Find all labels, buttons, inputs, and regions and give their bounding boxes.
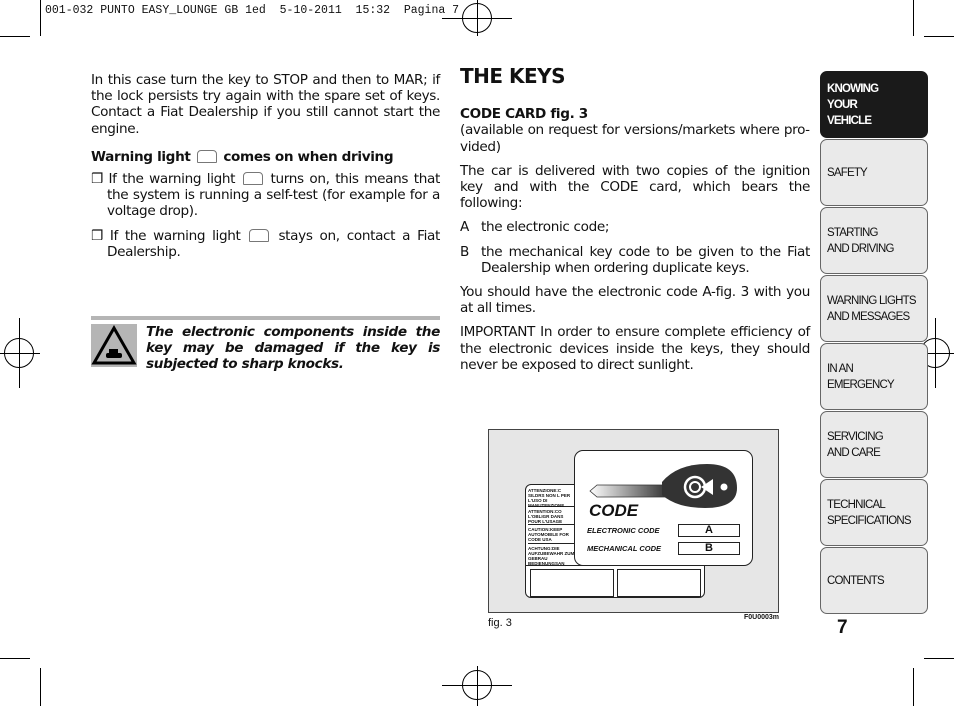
tab-contents[interactable]: CONTENTS <box>820 547 928 614</box>
tab-emergency[interactable]: IN AN EMERGENCY <box>820 343 928 410</box>
tab-servicing[interactable]: SERVICING AND CARE <box>820 411 928 478</box>
crop-mark <box>924 658 954 659</box>
crop-mark <box>913 0 914 36</box>
crop-mark <box>40 668 41 706</box>
code-card-note: (available on request for versions/marke… <box>460 122 810 155</box>
paragraph: You should have the electronic code A-fi… <box>460 284 810 317</box>
crop-mark <box>913 668 914 706</box>
card-title: CODE <box>589 501 639 520</box>
mechanical-code-field: B <box>678 542 740 555</box>
card-back-text: ATTENZIONE:C SILDRS NON L PER L'USO DI M… <box>528 488 576 508</box>
crop-mark <box>0 658 30 659</box>
card-back-text: CAUTION:KEEP AUTOMOBILE FOR CODE USA <box>528 525 576 544</box>
list-item: Bthe mechanical key code to be given to … <box>460 243 810 276</box>
tab-starting-and-driving[interactable]: STARTING AND DRIVING <box>820 207 928 274</box>
card-back-text: ACHTUNG:DIE AUFZUBEWAHR ZUM GEBRAU BEDIE… <box>528 546 575 566</box>
crop-mark <box>0 36 30 37</box>
electronic-code-label: ELECTRONIC CODE <box>587 526 660 535</box>
page-number: 7 <box>837 617 848 638</box>
crop-mark <box>40 0 41 36</box>
card-field <box>617 569 701 597</box>
bullet-item: ❒ If the warning light turns on, this me… <box>91 171 440 220</box>
tab-safety[interactable]: SAFETY <box>820 139 928 206</box>
code-card-front: CODE ELECTRONIC CODE A MECHANICAL CODE B <box>574 450 753 566</box>
figure-code-card: ATTENZIONE:C SILDRS NON L PER L'USO DI M… <box>488 429 779 613</box>
crop-mark <box>924 36 954 37</box>
paragraph: The car is delivered with two copies of … <box>460 162 810 212</box>
bullet-item: ❒ If the warning light stays on, contact… <box>91 227 440 260</box>
tab-technical-specifications[interactable]: TECHNICAL SPECIFICATIONS <box>820 479 928 546</box>
immobilizer-warning-icon <box>249 228 270 242</box>
list-item: Athe electronic code; <box>460 219 610 236</box>
mechanical-code-label: MECHANICAL CODE <box>587 544 662 553</box>
warning-heading: Warning light comes on when driving <box>91 148 394 165</box>
caution-note: The electronic components inside the key… <box>146 324 440 373</box>
section-title: THE KEYS <box>460 64 566 88</box>
tab-knowing-your-vehicle[interactable]: KNOWING YOUR VEHICLE <box>820 71 928 138</box>
note-divider <box>91 316 440 320</box>
immobilizer-warning-icon <box>196 149 217 163</box>
immobilizer-warning-icon <box>242 172 263 186</box>
electronic-code-field: A <box>678 524 740 537</box>
paragraph: IMPORTANT In order to ensure complete ef… <box>460 324 810 373</box>
tab-warning-lights[interactable]: WARNING LIGHTS AND MESSAGES <box>820 275 928 342</box>
car-warning-triangle-icon <box>91 324 137 367</box>
card-back-text: ATTENTION:CO L'OBLIGR DANS POUR L'USAGE <box>528 507 576 525</box>
left-column: In this case turn the key to STOP and th… <box>91 72 440 268</box>
intro-paragraph: In this case turn the key to STOP and th… <box>91 72 440 137</box>
code-card-heading: CODE CARD fig. 3 <box>460 106 588 123</box>
figure-caption: fig. 3 <box>488 617 512 629</box>
right-column: THE KEYS CODE CARD fig. 3 (available on … <box>460 64 810 381</box>
card-field <box>530 569 614 597</box>
figure-code: F0U0003m <box>744 614 780 621</box>
print-header: 001-032 PUNTO EASY_LOUNGE GB 1ed 5-10-20… <box>45 4 460 17</box>
